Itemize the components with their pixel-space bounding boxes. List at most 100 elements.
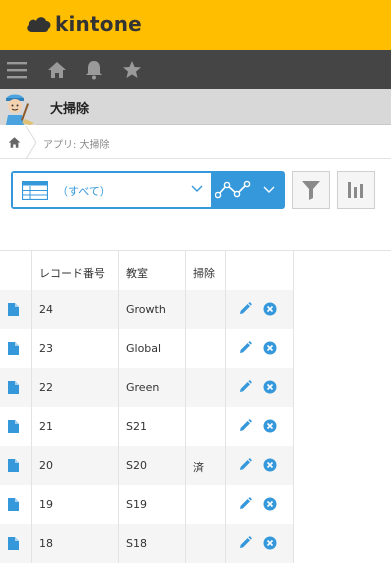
record-detail-icon[interactable] <box>8 342 19 358</box>
delete-icon[interactable] <box>263 380 277 397</box>
header-cell <box>0 251 32 290</box>
room-cell: S19 <box>119 485 186 524</box>
app-header: 大掃除 <box>0 89 391 125</box>
header-cell-room[interactable]: 教室 <box>119 251 186 290</box>
record-detail-icon[interactable] <box>8 498 19 514</box>
actions-cell <box>226 368 294 407</box>
chevron-down-icon <box>263 186 275 193</box>
favorites-button[interactable] <box>120 50 144 89</box>
record-number-cell: 23 <box>32 329 119 368</box>
record-number-cell: 19 <box>32 485 119 524</box>
actions-cell <box>226 485 294 524</box>
home-icon <box>8 137 20 148</box>
cleaning-cell: 済 <box>186 446 226 485</box>
header-cell <box>226 251 294 290</box>
cloud-logo-icon <box>27 17 51 32</box>
edit-pencil-icon[interactable] <box>238 497 252 514</box>
app-title: 大掃除 <box>50 102 90 117</box>
edit-pencil-icon[interactable] <box>238 536 252 553</box>
header-cell-record-number[interactable]: レコード番号 <box>32 251 119 290</box>
delete-icon[interactable] <box>263 419 277 436</box>
view-selector-group: （すべて） <box>11 171 285 209</box>
cleaning-cell <box>186 368 226 407</box>
home-icon <box>48 61 66 78</box>
row-detail-cell <box>0 407 32 446</box>
graph-select[interactable] <box>211 173 285 207</box>
filter-icon <box>302 181 320 200</box>
record-number-cell: 22 <box>32 368 119 407</box>
record-number-cell: 20 <box>32 446 119 485</box>
row-detail-cell <box>0 368 32 407</box>
row-detail-cell <box>0 446 32 485</box>
view-select-label: （すべて） <box>57 185 111 198</box>
edit-pencil-icon[interactable] <box>238 341 252 358</box>
delete-icon[interactable] <box>263 536 277 553</box>
row-detail-cell <box>0 524 32 563</box>
cleaning-character-icon <box>0 89 36 125</box>
table-row[interactable]: 18 S18 <box>0 524 294 563</box>
record-detail-icon[interactable] <box>8 537 19 553</box>
actions-cell <box>226 329 294 368</box>
table-row[interactable]: 24 Growth <box>0 290 294 329</box>
filter-button[interactable] <box>292 171 330 209</box>
bell-icon <box>86 60 102 79</box>
actions-cell <box>226 290 294 329</box>
room-cell: Green <box>119 368 186 407</box>
graph-icon <box>215 180 251 199</box>
delete-icon[interactable] <box>263 458 277 475</box>
row-detail-cell <box>0 290 32 329</box>
edit-pencil-icon[interactable] <box>238 419 252 436</box>
record-detail-icon[interactable] <box>8 420 19 436</box>
home-button[interactable] <box>44 50 70 89</box>
table-header-row: レコード番号 教室 掃除 <box>0 251 294 290</box>
table-row[interactable]: 20 S20 済 <box>0 446 294 485</box>
record-detail-icon[interactable] <box>8 459 19 475</box>
room-cell: Growth <box>119 290 186 329</box>
records-table: レコード番号 教室 掃除 24 Growth 23 Global 22 Green 21 S2… <box>0 250 391 563</box>
record-number-cell: 21 <box>32 407 119 446</box>
cleaning-cell <box>186 329 226 368</box>
room-cell: Global <box>119 329 186 368</box>
edit-pencil-icon[interactable] <box>238 380 252 397</box>
graph-button[interactable] <box>337 171 375 209</box>
edit-pencil-icon[interactable] <box>238 302 252 319</box>
brand-header: kintone <box>0 0 391 50</box>
room-cell: S18 <box>119 524 186 563</box>
edit-pencil-icon[interactable] <box>238 458 252 475</box>
row-detail-cell <box>0 329 32 368</box>
table-row[interactable]: 19 S19 <box>0 485 294 524</box>
star-icon <box>123 60 141 78</box>
table-row[interactable]: 22 Green <box>0 368 294 407</box>
record-detail-icon[interactable] <box>8 381 19 397</box>
app-icon <box>0 89 36 125</box>
breadcrumb: アプリ: 大掃除 <box>0 126 391 159</box>
actions-cell <box>226 446 294 485</box>
actions-cell <box>226 524 294 563</box>
row-detail-cell <box>0 485 32 524</box>
cleaning-cell <box>186 524 226 563</box>
global-nav <box>0 50 391 89</box>
delete-icon[interactable] <box>263 341 277 358</box>
kintone-logo[interactable]: kintone <box>26 12 142 36</box>
bar-chart-icon <box>348 182 363 198</box>
breadcrumb-app-link[interactable]: アプリ: 大掃除 <box>43 136 110 151</box>
actions-cell <box>226 407 294 446</box>
table-row[interactable]: 21 S21 <box>0 407 294 446</box>
table-row[interactable]: 23 Global <box>0 329 294 368</box>
notifications-button[interactable] <box>82 50 106 89</box>
view-select[interactable]: （すべて） <box>13 173 211 207</box>
room-cell: S21 <box>119 407 186 446</box>
breadcrumb-separator-icon <box>25 126 37 159</box>
menu-icon <box>7 61 27 78</box>
record-number-cell: 18 <box>32 524 119 563</box>
delete-icon[interactable] <box>263 302 277 319</box>
record-detail-icon[interactable] <box>8 303 19 319</box>
record-number-cell: 24 <box>32 290 119 329</box>
cleaning-cell <box>186 290 226 329</box>
room-cell: S20 <box>119 446 186 485</box>
cleaning-cell <box>186 485 226 524</box>
logo-text: kintone <box>55 12 142 36</box>
delete-icon[interactable] <box>263 497 277 514</box>
header-cell-cleaning[interactable]: 掃除 <box>186 251 226 290</box>
menu-button[interactable] <box>4 50 30 89</box>
